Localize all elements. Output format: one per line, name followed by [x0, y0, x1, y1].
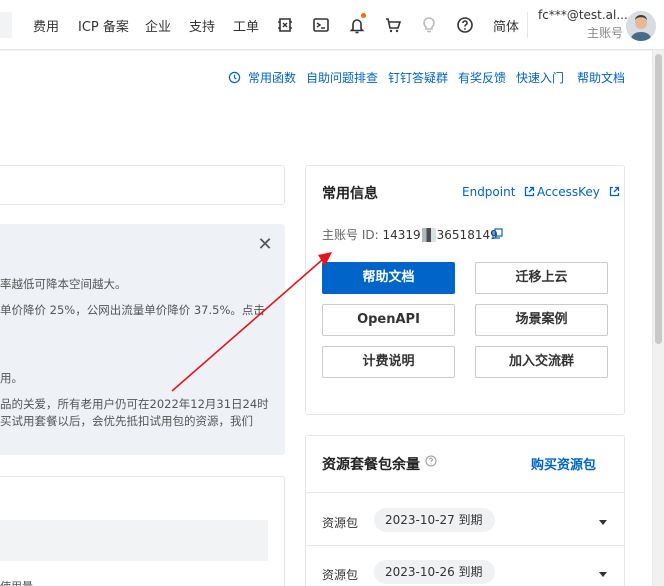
avatar[interactable]: [626, 11, 656, 41]
notice-line: 买试用套餐以后，会优先抵扣试用包的资源，我们: [0, 414, 253, 428]
card-title: 常用信息: [322, 186, 378, 202]
scrollbar-thumb[interactable]: [655, 54, 662, 344]
top-navbar: 费用 ICP 备案 企业 支持 工单 简体 fc***@test.al... 主…: [0, 0, 664, 50]
help-icon[interactable]: [455, 15, 475, 35]
endpoint-label: Endpoint: [462, 185, 516, 199]
account-menu[interactable]: fc***@test.al... 主账号: [538, 8, 628, 41]
bell-icon[interactable]: [347, 13, 367, 35]
nav-support[interactable]: 支持: [189, 16, 215, 35]
external-link-icon: [609, 186, 619, 197]
account-id: 主账号 ID: 14319 36518149: [322, 226, 498, 243]
nav-billing[interactable]: 费用: [33, 16, 59, 35]
quicklink-help-docs[interactable]: 帮助文档: [577, 69, 625, 86]
pack-icon[interactable]: [275, 15, 295, 35]
expiry-badge: 2023-10-27 到期: [374, 508, 495, 532]
chevron-down-icon[interactable]: [599, 520, 607, 525]
usage-label: 使用量: [0, 578, 33, 586]
notice-line: 品的关爱，所有老用户仍可在2022年12月31日24时: [0, 397, 269, 411]
notification-dot: [361, 13, 366, 18]
quicklink-troubleshoot[interactable]: 自助问题排查: [306, 69, 378, 86]
divider: [527, 12, 528, 38]
divider: [306, 492, 624, 493]
notice-banner: 率越低可降本空间越大。 单价降价 25%，公网出流量单价降价 37.5%。点击 …: [0, 224, 285, 455]
close-icon[interactable]: ✕: [257, 236, 273, 254]
account-id-label: 主账号 ID:: [322, 228, 379, 242]
account-id-part1: 14319: [382, 228, 421, 242]
account-role: 主账号: [586, 26, 623, 40]
nav-ticket[interactable]: 工单: [233, 16, 259, 35]
left-card: [0, 165, 285, 205]
nav-icp[interactable]: ICP 备案: [78, 16, 129, 35]
usage-chart-area: [0, 520, 268, 561]
quicklink-common-functions[interactable]: 常用函数: [248, 69, 296, 86]
resource-title: 资源套餐包余量: [322, 457, 420, 473]
scenario-cases-button[interactable]: 场景案例: [475, 304, 608, 336]
buy-resource-link[interactable]: 购买资源包: [531, 454, 596, 473]
bulb-icon[interactable]: [419, 15, 439, 35]
copy-icon[interactable]: [492, 228, 503, 239]
notice-line: 单价降价 25%，公网出流量单价降价 37.5%。点击: [0, 303, 265, 317]
resource-row-label: 资源包: [322, 568, 359, 582]
question-icon[interactable]: [425, 455, 437, 467]
accesskey-label: AccessKey: [537, 185, 600, 199]
notice-line: 率越低可降本空间越大。: [0, 277, 127, 291]
clock-icon: [228, 69, 242, 84]
account-name: fc***@test.al...: [538, 8, 628, 22]
terminal-icon[interactable]: [311, 15, 331, 35]
accesskey-link[interactable]: AccessKey: [537, 185, 620, 199]
join-group-button[interactable]: 加入交流群: [475, 346, 608, 378]
nav-enterprise[interactable]: 企业: [145, 16, 171, 35]
chevron-down-icon[interactable]: [599, 572, 607, 577]
cart-icon[interactable]: [383, 15, 403, 35]
scrollbar[interactable]: [652, 50, 664, 586]
quicklink-feedback[interactable]: 有奖反馈: [458, 69, 506, 86]
help-docs-button[interactable]: 帮助文档: [322, 262, 455, 294]
search-input[interactable]: [0, 12, 12, 38]
external-link-icon: [525, 186, 535, 197]
expiry-badge: 2023-10-26 到期: [374, 560, 495, 584]
migrate-cloud-button[interactable]: 迁移上云: [475, 262, 608, 294]
redacted-mosaic: [421, 228, 436, 242]
language-switch[interactable]: 简体: [493, 16, 519, 35]
billing-docs-button[interactable]: 计费说明: [322, 346, 455, 378]
divider: [306, 545, 624, 546]
notice-line: 用。: [0, 371, 23, 385]
quicklink-quickstart[interactable]: 快速入门: [516, 69, 564, 86]
quicklink-dingtalk-group[interactable]: 钉钉答疑群: [388, 69, 448, 86]
account-id-part2: 36518149: [436, 228, 498, 242]
openapi-button[interactable]: OpenAPI: [322, 304, 455, 336]
resource-row-label: 资源包: [322, 516, 359, 530]
endpoint-link[interactable]: Endpoint: [462, 185, 535, 199]
